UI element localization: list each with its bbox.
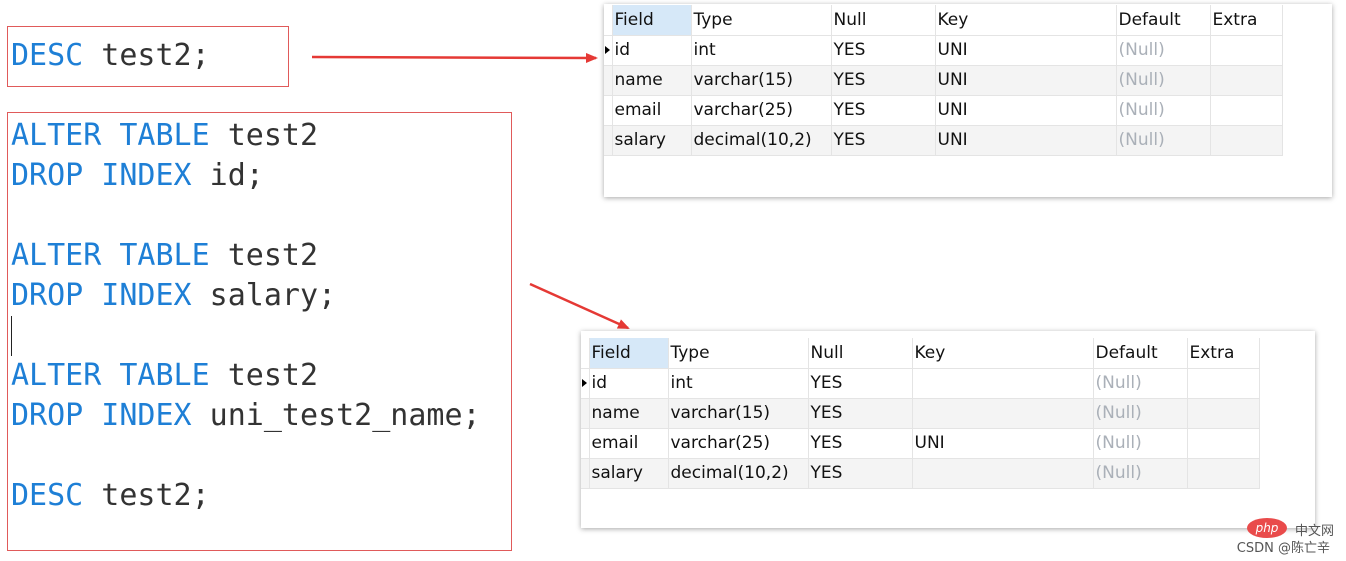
column-header-default[interactable]: Default: [1093, 338, 1188, 369]
cell-extra[interactable]: [1210, 95, 1283, 126]
cell-default[interactable]: (Null): [1116, 35, 1211, 66]
cell-type[interactable]: varchar(15): [668, 398, 809, 429]
column-header-field[interactable]: Field: [612, 5, 692, 36]
cell-null[interactable]: YES: [831, 125, 936, 156]
cell-field[interactable]: name: [612, 65, 692, 96]
cell-key[interactable]: UNI: [935, 35, 1117, 66]
cell-key[interactable]: [912, 398, 1094, 429]
cell-type[interactable]: varchar(25): [668, 428, 809, 459]
cell-null[interactable]: YES: [808, 398, 913, 429]
row-indicator: [581, 398, 590, 429]
row-indicator: [604, 125, 613, 156]
cell-key[interactable]: UNI: [935, 125, 1117, 156]
php-logo: php: [1247, 518, 1287, 538]
cell-field[interactable]: salary: [589, 458, 669, 489]
cell-key[interactable]: [912, 368, 1094, 399]
row-indicator-header: [604, 5, 613, 36]
column-header-key[interactable]: Key: [912, 338, 1094, 369]
row-indicator: [581, 428, 590, 459]
result-grid-before: Field Type Null Key Default Extra id int YES UNI(…: [604, 4, 1332, 197]
cell-field[interactable]: email: [612, 95, 692, 126]
cell-extra[interactable]: [1187, 458, 1260, 489]
table-row[interactable]: salary decimal(10,2) YES UNI (Null): [604, 125, 1283, 156]
column-header-extra[interactable]: Extra: [1187, 338, 1260, 369]
table-row[interactable]: id int YES (Null): [581, 368, 1260, 399]
watermark-author: CSDN @陈亡辛: [1236, 541, 1330, 556]
cell-type[interactable]: int: [668, 368, 809, 399]
row-indicator: [581, 368, 590, 399]
column-header-type[interactable]: Type: [691, 5, 832, 36]
cell-type[interactable]: decimal(10,2): [691, 125, 832, 156]
cell-null[interactable]: YES: [831, 65, 936, 96]
cell-default[interactable]: (Null): [1116, 95, 1211, 126]
cell-extra[interactable]: [1210, 35, 1283, 66]
cell-default[interactable]: (Null): [1116, 65, 1211, 96]
row-indicator: [604, 65, 613, 96]
cell-key[interactable]: UNI: [935, 95, 1117, 126]
column-header-null[interactable]: Null: [808, 338, 913, 369]
header-row: Field Type Null Key Default Extra: [604, 5, 1283, 36]
cell-field[interactable]: name: [589, 398, 669, 429]
row-indicator: [581, 458, 590, 489]
table-row[interactable]: email varchar(25) YES UNI (Null): [581, 428, 1260, 459]
cell-extra[interactable]: [1187, 428, 1260, 459]
cell-field[interactable]: salary: [612, 125, 692, 156]
cell-field[interactable]: email: [589, 428, 669, 459]
column-header-type[interactable]: Type: [668, 338, 809, 369]
cell-key[interactable]: [912, 458, 1094, 489]
cell-null[interactable]: YES: [808, 428, 913, 459]
table-row[interactable]: email varchar(25) YES UNI (Null): [604, 95, 1283, 126]
cell-type[interactable]: int: [691, 35, 832, 66]
cell-key[interactable]: UNI: [935, 65, 1117, 96]
table-row[interactable]: salary decimal(10,2) YES (Null): [581, 458, 1260, 489]
cell-type[interactable]: decimal(10,2): [668, 458, 809, 489]
cell-extra[interactable]: [1210, 65, 1283, 96]
result-table: Field Type Null Key Default Extra id int YES UNI(…: [604, 5, 1283, 156]
cell-null[interactable]: YES: [808, 368, 913, 399]
arrow-to-after-table: [529, 282, 630, 330]
cell-default[interactable]: (Null): [1093, 428, 1188, 459]
cell-null[interactable]: YES: [808, 458, 913, 489]
cell-extra[interactable]: [1187, 368, 1260, 399]
current-row-arrow-icon: [582, 379, 587, 387]
cell-type[interactable]: varchar(15): [691, 65, 832, 96]
result-table: Field Type Null Key Default Extra id int YES (Nul…: [581, 338, 1260, 489]
table-row[interactable]: name varchar(15) YES UNI (Null): [604, 65, 1283, 96]
row-indicator: [604, 35, 613, 66]
cell-key[interactable]: UNI: [912, 428, 1094, 459]
cell-default[interactable]: (Null): [1093, 458, 1188, 489]
column-header-key[interactable]: Key: [935, 5, 1117, 36]
row-indicator-header: [581, 338, 590, 369]
cell-null[interactable]: YES: [831, 95, 936, 126]
column-header-field[interactable]: Field: [589, 338, 669, 369]
cell-field[interactable]: id: [589, 368, 669, 399]
cell-field[interactable]: id: [612, 35, 692, 66]
result-grid-after: Field Type Null Key Default Extra id int YES (Nul…: [581, 331, 1315, 528]
column-header-extra[interactable]: Extra: [1210, 5, 1283, 36]
cell-extra[interactable]: [1187, 398, 1260, 429]
cell-type[interactable]: varchar(25): [691, 95, 832, 126]
cell-default[interactable]: (Null): [1093, 368, 1188, 399]
cell-null[interactable]: YES: [831, 35, 936, 66]
column-header-null[interactable]: Null: [831, 5, 936, 36]
arrow-to-before-table: [311, 52, 598, 63]
cell-default[interactable]: (Null): [1116, 125, 1211, 156]
cell-extra[interactable]: [1210, 125, 1283, 156]
table-row[interactable]: name varchar(15) YES (Null): [581, 398, 1260, 429]
row-indicator: [604, 95, 613, 126]
column-header-default[interactable]: Default: [1116, 5, 1211, 36]
header-row: Field Type Null Key Default Extra: [581, 338, 1260, 369]
table-row[interactable]: id int YES UNI (Null): [604, 35, 1283, 66]
cell-default[interactable]: (Null): [1093, 398, 1188, 429]
current-row-arrow-icon: [605, 46, 610, 54]
